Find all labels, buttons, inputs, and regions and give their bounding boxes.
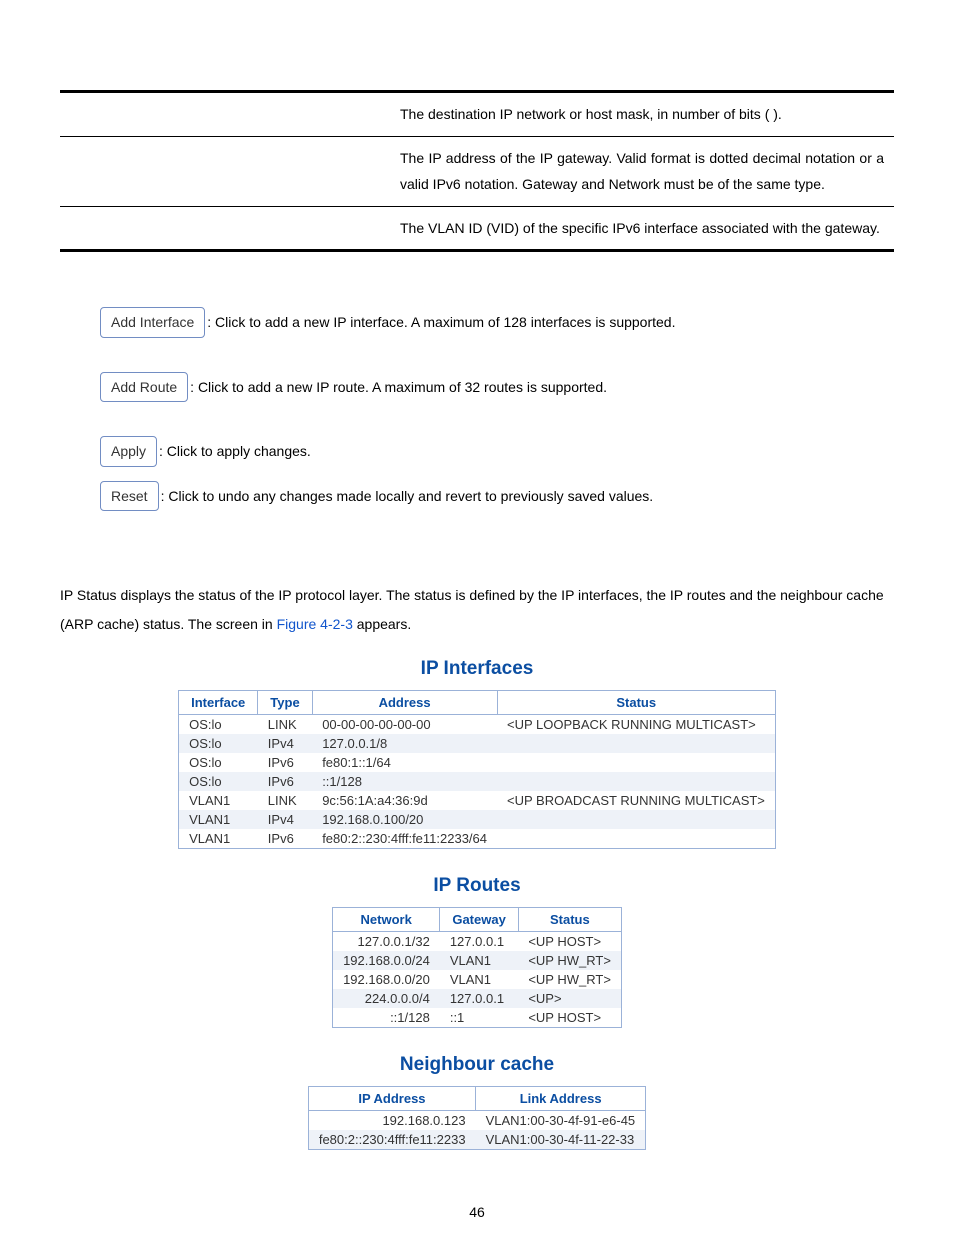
column-header: Link Address: [476, 1086, 646, 1110]
column-header: Status: [497, 690, 775, 714]
table-cell: VLAN1:00-30-4f-91-e6-45: [476, 1110, 646, 1130]
table-row: OS:loLINK00-00-00-00-00-00<UP LOOPBACK R…: [179, 714, 776, 734]
table-cell: 127.0.0.1: [440, 989, 518, 1008]
table-cell: [497, 753, 775, 772]
table-cell: OS:lo: [179, 734, 258, 753]
add-interface-button[interactable]: Add Interface: [100, 307, 205, 337]
table-cell: 224.0.0.0/4: [333, 989, 440, 1008]
add-route-button[interactable]: Add Route: [100, 372, 188, 402]
table-cell: [497, 810, 775, 829]
table-row: OS:loIPv6::1/128: [179, 772, 776, 791]
table-cell: 127.0.0.1/32: [333, 931, 440, 951]
table-cell: fe80:1::1/64: [312, 753, 497, 772]
param-field: [220, 136, 390, 206]
param-label: [60, 93, 220, 136]
apply-desc: : Click to apply changes.: [159, 443, 311, 459]
table-cell: fe80:2::230:4fff:fe11:2233: [308, 1130, 475, 1150]
table-cell: <UP HW_RT>: [518, 951, 621, 970]
column-header: Status: [518, 907, 621, 931]
table-cell: ::1: [440, 1008, 518, 1028]
table-cell: LINK: [258, 791, 312, 810]
reset-desc: : Click to undo any changes made locally…: [161, 488, 654, 504]
table-row: 224.0.0.0/4127.0.0.1<UP>: [333, 989, 622, 1008]
table-cell: LINK: [258, 714, 312, 734]
table-cell: VLAN1: [440, 970, 518, 989]
param-desc: The destination IP network or host mask,…: [390, 93, 894, 136]
table-row: VLAN1LINK9c:56:1A:a4:36:9d<UP BROADCAST …: [179, 791, 776, 810]
table-cell: ::1/128: [333, 1008, 440, 1028]
column-header: Gateway: [440, 907, 518, 931]
table-cell: ::1/128: [312, 772, 497, 791]
ip-routes-title: IP Routes: [60, 875, 894, 897]
param-field: [220, 206, 390, 249]
column-header: IP Address: [308, 1086, 475, 1110]
param-desc: The IP address of the IP gateway. Valid …: [390, 136, 894, 206]
neighbour-cache-title: Neighbour cache: [60, 1054, 894, 1076]
table-cell: 00-00-00-00-00-00: [312, 714, 497, 734]
table-row: 127.0.0.1/32127.0.0.1<UP HOST>: [333, 931, 622, 951]
table-cell: <UP LOOPBACK RUNNING MULTICAST>: [497, 714, 775, 734]
reset-button[interactable]: Reset: [100, 481, 159, 511]
ip-interfaces-table: InterfaceTypeAddressStatus OS:loLINK00-0…: [178, 690, 776, 849]
column-header: Address: [312, 690, 497, 714]
table-row: OS:loIPv4127.0.0.1/8: [179, 734, 776, 753]
table-cell: <UP BROADCAST RUNNING MULTICAST>: [497, 791, 775, 810]
table-row: OS:loIPv6fe80:1::1/64: [179, 753, 776, 772]
table-row: 192.168.0.0/20VLAN1<UP HW_RT>: [333, 970, 622, 989]
table-cell: VLAN1:00-30-4f-11-22-33: [476, 1130, 646, 1150]
status-paragraph: IP Status displays the status of the IP …: [60, 581, 894, 640]
table-row: fe80:2::230:4fff:fe11:2233VLAN1:00-30-4f…: [308, 1130, 645, 1150]
table-row: VLAN1IPv6fe80:2::230:4fff:fe11:2233/64: [179, 829, 776, 849]
add-interface-desc: : Click to add a new IP interface. A max…: [207, 314, 675, 330]
neighbour-cache-table: IP AddressLink Address 192.168.0.123VLAN…: [308, 1086, 646, 1150]
table-cell: [497, 734, 775, 753]
table-cell: IPv6: [258, 753, 312, 772]
param-label: [60, 136, 220, 206]
table-cell: <UP>: [518, 989, 621, 1008]
ip-routes-table: NetworkGatewayStatus 127.0.0.1/32127.0.0…: [332, 907, 622, 1028]
add-route-desc: : Click to add a new IP route. A maximum…: [190, 379, 607, 395]
table-cell: 192.168.0.123: [308, 1110, 475, 1130]
table-cell: IPv4: [258, 734, 312, 753]
column-header: Type: [258, 690, 312, 714]
table-cell: 192.168.0.0/20: [333, 970, 440, 989]
table-cell: <UP HOST>: [518, 931, 621, 951]
buttons-section: Add Interface: Click to add a new IP int…: [60, 307, 894, 511]
table-cell: fe80:2::230:4fff:fe11:2233/64: [312, 829, 497, 849]
table-cell: VLAN1: [179, 829, 258, 849]
table-cell: VLAN1: [179, 810, 258, 829]
column-header: Interface: [179, 690, 258, 714]
table-row: 192.168.0.123VLAN1:00-30-4f-91-e6-45: [308, 1110, 645, 1130]
table-cell: IPv4: [258, 810, 312, 829]
table-cell: <UP HOST>: [518, 1008, 621, 1028]
table-row: VLAN1IPv4192.168.0.100/20: [179, 810, 776, 829]
parameter-table: The destination IP network or host mask,…: [60, 93, 894, 249]
table-cell: <UP HW_RT>: [518, 970, 621, 989]
table-cell: 192.168.0.100/20: [312, 810, 497, 829]
table-cell: 9c:56:1A:a4:36:9d: [312, 791, 497, 810]
table-row: ::1/128::1<UP HOST>: [333, 1008, 622, 1028]
param-field: [220, 93, 390, 136]
table-cell: OS:lo: [179, 753, 258, 772]
apply-button[interactable]: Apply: [100, 436, 157, 466]
table-row: 192.168.0.0/24VLAN1<UP HW_RT>: [333, 951, 622, 970]
table-cell: IPv6: [258, 829, 312, 849]
param-desc: The VLAN ID (VID) of the specific IPv6 i…: [390, 206, 894, 249]
ip-interfaces-title: IP Interfaces: [60, 658, 894, 680]
table-cell: [497, 772, 775, 791]
table-cell: OS:lo: [179, 772, 258, 791]
page-number: 46: [60, 1204, 894, 1220]
figure-link[interactable]: Figure 4-2-3: [277, 616, 353, 632]
table-cell: IPv6: [258, 772, 312, 791]
table-cell: VLAN1: [440, 951, 518, 970]
table-cell: VLAN1: [179, 791, 258, 810]
param-label: [60, 206, 220, 249]
table-cell: 127.0.0.1: [440, 931, 518, 951]
table-cell: 192.168.0.0/24: [333, 951, 440, 970]
column-header: Network: [333, 907, 440, 931]
table-cell: OS:lo: [179, 714, 258, 734]
table-cell: 127.0.0.1/8: [312, 734, 497, 753]
table-cell: [497, 829, 775, 849]
